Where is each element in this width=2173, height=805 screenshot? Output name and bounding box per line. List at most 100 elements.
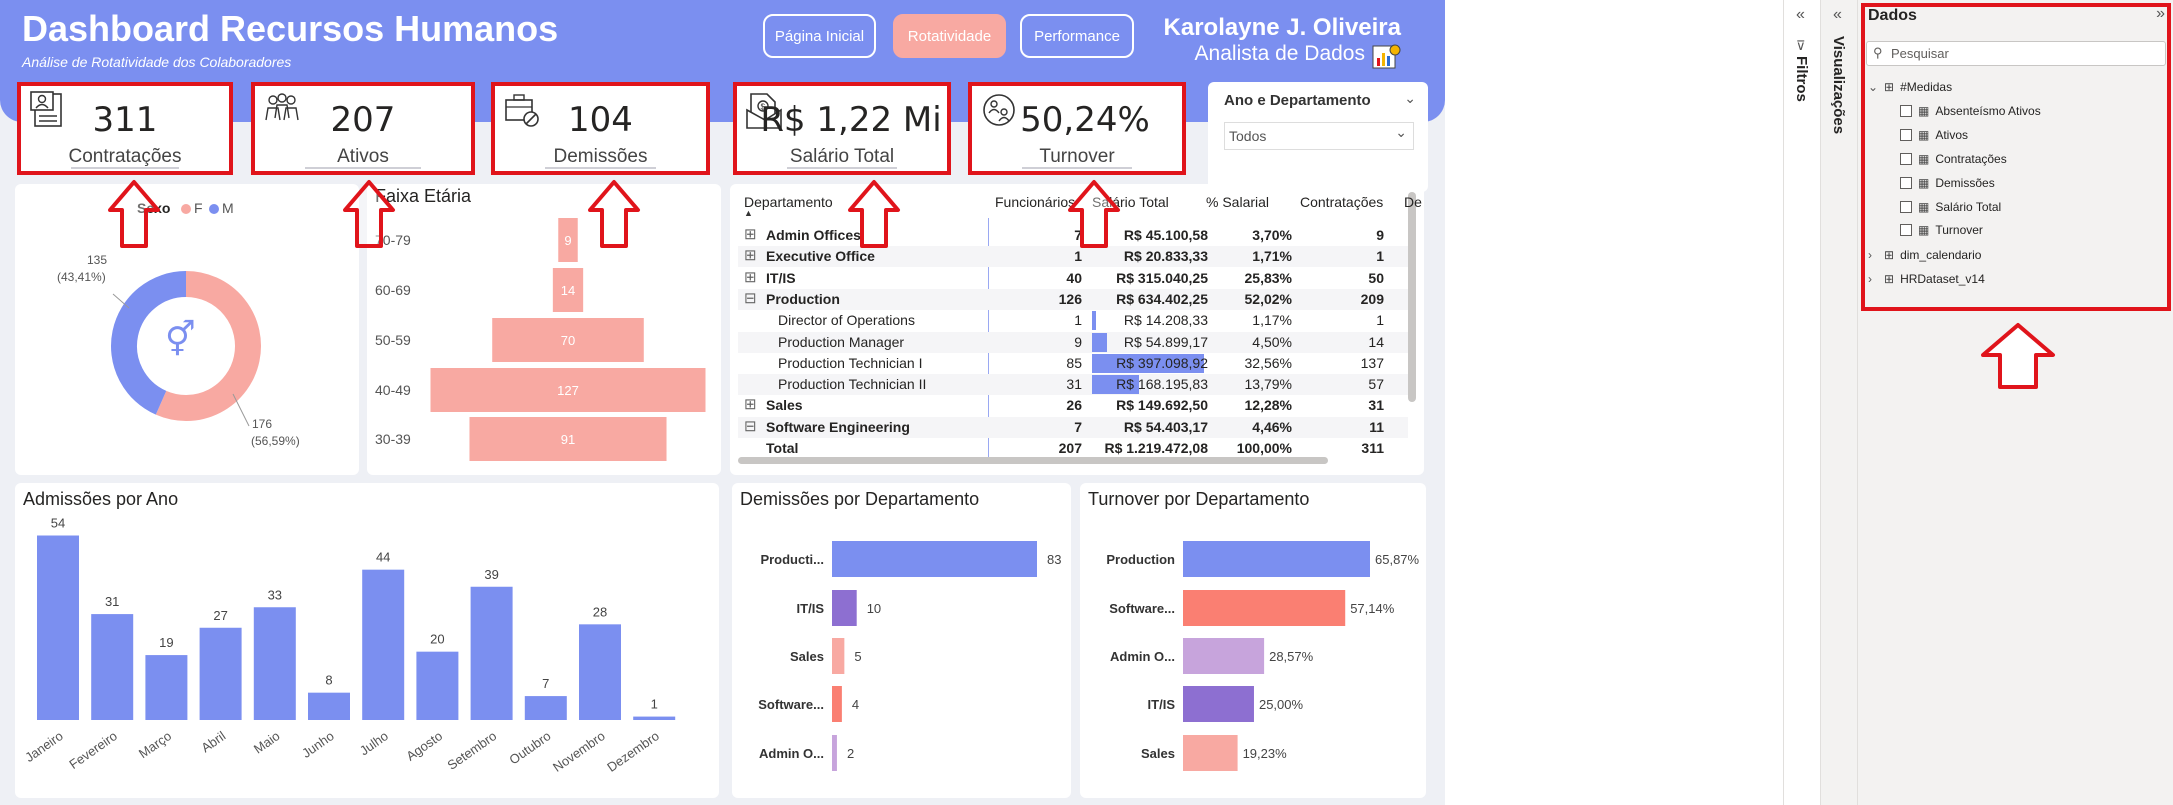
sort-ascending-icon[interactable]: ▲ xyxy=(744,208,753,218)
cell-department: Production Technician II xyxy=(778,376,927,393)
slicer-title: Ano e Departamento xyxy=(1224,92,1371,109)
table-row[interactable]: ⊞ Admin Offices 7 R$ 45.100,58 3,70% 9 xyxy=(738,225,1408,246)
table-row[interactable]: ⊟ Production 126 R$ 634.402,25 52,02% 209 xyxy=(738,288,1408,310)
table-row[interactable]: Director of Operations 1 R$ 14.208,33 1,17%… xyxy=(738,310,1408,331)
admissions-bar-label: 39 xyxy=(484,567,498,582)
admissions-bar-label: 54 xyxy=(51,516,65,531)
dismissals-bar-label: 2 xyxy=(847,746,854,761)
column-header[interactable]: Salário Total xyxy=(1092,194,1169,210)
visualizations-pane-label[interactable]: Visualizações xyxy=(1830,36,1847,134)
nav-button-performance[interactable]: Performance xyxy=(1020,14,1134,58)
month-tick-label: Abril xyxy=(198,728,228,755)
slicer-year-department[interactable]: Ano e Departamento ⌄ Todos ⌄ xyxy=(1208,82,1428,192)
column-header[interactable]: Departamento xyxy=(744,194,833,210)
chevron-down-icon[interactable]: ⌄ xyxy=(1404,90,1416,107)
table-row[interactable]: Production Technician II 31 R$ 168.195,83 1… xyxy=(738,374,1408,396)
donut-label-f-pct: (56,59%) xyxy=(251,434,300,448)
dismissals-bar xyxy=(832,590,857,626)
kpi-card-active: 207 Ativos xyxy=(251,82,475,175)
sex-donut-chart: Sexo F M 135 (43,41%) 176 (56,59%) ⚥ xyxy=(15,184,359,475)
cell-department: Software Engineering xyxy=(766,418,910,435)
age-range-chart: Faixa Etária 70-79 9 60-69 14 50-59 70 40-49 12… xyxy=(367,184,721,475)
expand-icon[interactable]: ⊞ xyxy=(744,225,757,243)
admissions-bar xyxy=(579,624,621,720)
expand-chevrons-icon[interactable]: « xyxy=(1796,6,1805,24)
kpi-card-salary: $ R$ 1,22 Mi Salário Total xyxy=(733,82,951,175)
admissions-bar-label: 33 xyxy=(268,587,282,602)
user-role: Analista de Dados xyxy=(1194,42,1365,65)
age-plot: 70-79 9 60-69 14 50-59 70 40-49 127 30-39 91 xyxy=(375,218,706,461)
expand-icon[interactable]: ⊞ xyxy=(744,395,757,413)
cell-department: Executive Office xyxy=(766,248,875,265)
cell-salary-pct: 12,28% xyxy=(1244,397,1292,414)
table-row[interactable]: Production Manager 9 R$ 54.899,17 4,50% 14 xyxy=(738,331,1408,353)
table-row[interactable]: ⊟ Software Engineering 7 R$ 54.403,17 4,46% 1… xyxy=(738,416,1408,438)
cell-hires: 50 xyxy=(1368,269,1384,286)
department-tick-label: Admin O... xyxy=(1110,649,1175,664)
column-header[interactable]: Contratações xyxy=(1300,194,1383,210)
dismissals-bar-label: 4 xyxy=(852,697,859,712)
expand-icon[interactable]: ⊞ xyxy=(744,246,757,264)
admissions-bar xyxy=(633,716,676,720)
department-tick-label: Admin O... xyxy=(759,746,824,761)
slicer-dropdown[interactable]: Todos ⌄ xyxy=(1224,122,1414,150)
cell-salary-pct: 4,46% xyxy=(1252,418,1292,435)
dismissals-bar xyxy=(832,686,842,722)
table-row[interactable]: ⊞ IT/IS 40 R$ 315.040,25 25,83% 50 xyxy=(738,268,1408,289)
nav-button-home[interactable]: Página Inicial xyxy=(763,14,876,58)
admissions-bar-label: 8 xyxy=(325,673,332,688)
collapse-icon[interactable]: ⊟ xyxy=(744,417,757,435)
filters-pane-collapsed[interactable]: « ⊽ Filtros xyxy=(1783,0,1820,805)
collapse-icon[interactable]: ⊟ xyxy=(744,289,757,307)
admissions-bar xyxy=(199,627,242,720)
column-header[interactable]: % Salarial xyxy=(1206,194,1269,210)
age-tick-label: 40-49 xyxy=(375,382,411,398)
month-tick-label: Março xyxy=(136,728,174,761)
kpi-label: Turnover xyxy=(1039,146,1115,167)
table-row[interactable]: ⊞ Sales 26 R$ 149.692,50 12,28% 31 xyxy=(738,395,1408,416)
month-tick-label: Agosto xyxy=(403,728,445,764)
nav-button-turnover[interactable]: Rotatividade xyxy=(893,14,1006,58)
dismissals-bar-label: 10 xyxy=(867,601,881,616)
cell-salary: R$ 14.208,33 xyxy=(1123,312,1208,329)
cell-employees: 31 xyxy=(1066,376,1082,393)
admissions-bar-label: 20 xyxy=(430,632,444,647)
table-vertical-scrollbar[interactable] xyxy=(1408,192,1416,402)
age-bar-label: 70 xyxy=(561,333,575,348)
user-name: Karolayne J. Oliveira xyxy=(1163,14,1401,41)
dismissals-bar xyxy=(832,541,1037,577)
cell-department: Production xyxy=(766,290,840,307)
month-tick-label: Fevereiro xyxy=(66,728,120,772)
age-tick-label: 60-69 xyxy=(375,282,411,298)
age-tick-label: 70-79 xyxy=(375,232,411,248)
age-tick-label: 50-59 xyxy=(375,332,411,348)
admissions-bar-label: 7 xyxy=(542,676,549,691)
month-tick-label: Julho xyxy=(357,728,391,758)
kpi-value: 207 xyxy=(330,100,396,140)
cell-hires: 137 xyxy=(1360,354,1384,371)
expand-chevrons-icon[interactable]: « xyxy=(1833,6,1842,24)
table-row[interactable]: Production Technician I 85 R$ 397.098,92 32… xyxy=(738,353,1408,374)
cell-salary: R$ 634.402,25 xyxy=(1116,290,1208,307)
table-row[interactable]: Total 207 R$ 1.219.472,08 100,00% 311 xyxy=(738,438,1408,459)
cell-salary: R$ 54.403,17 xyxy=(1123,418,1208,435)
admissions-plot: 54 Janeiro 31 Fevereiro 19 Março 27 Abril 33 Maio… xyxy=(22,516,676,775)
cell-hires: 57 xyxy=(1368,376,1384,393)
table-row[interactable]: ⊞ Executive Office 1 R$ 20.833,33 1,71% 1 xyxy=(738,246,1408,268)
column-header[interactable]: De xyxy=(1404,194,1422,210)
dismissals-bar-label: 5 xyxy=(854,649,861,664)
admissions-bar xyxy=(91,614,134,720)
month-tick-label: Maio xyxy=(251,728,283,756)
kpi-value: 50,24% xyxy=(1020,100,1150,140)
dismissals-bar xyxy=(832,735,837,771)
kpi-label: Ativos xyxy=(337,146,389,167)
department-tick-label: Producti... xyxy=(760,552,824,567)
visualizations-pane-collapsed[interactable]: « Visualizações xyxy=(1820,0,1857,805)
cell-hires: 11 xyxy=(1369,418,1384,435)
slicer-value: Todos xyxy=(1229,128,1267,144)
turnover-bar-label: 19,23% xyxy=(1243,746,1288,761)
column-header[interactable]: Funcionários xyxy=(995,194,1075,210)
department-tick-label: Software... xyxy=(758,697,824,712)
expand-icon[interactable]: ⊞ xyxy=(744,268,757,286)
filters-pane-label[interactable]: Filtros xyxy=(1793,56,1810,102)
